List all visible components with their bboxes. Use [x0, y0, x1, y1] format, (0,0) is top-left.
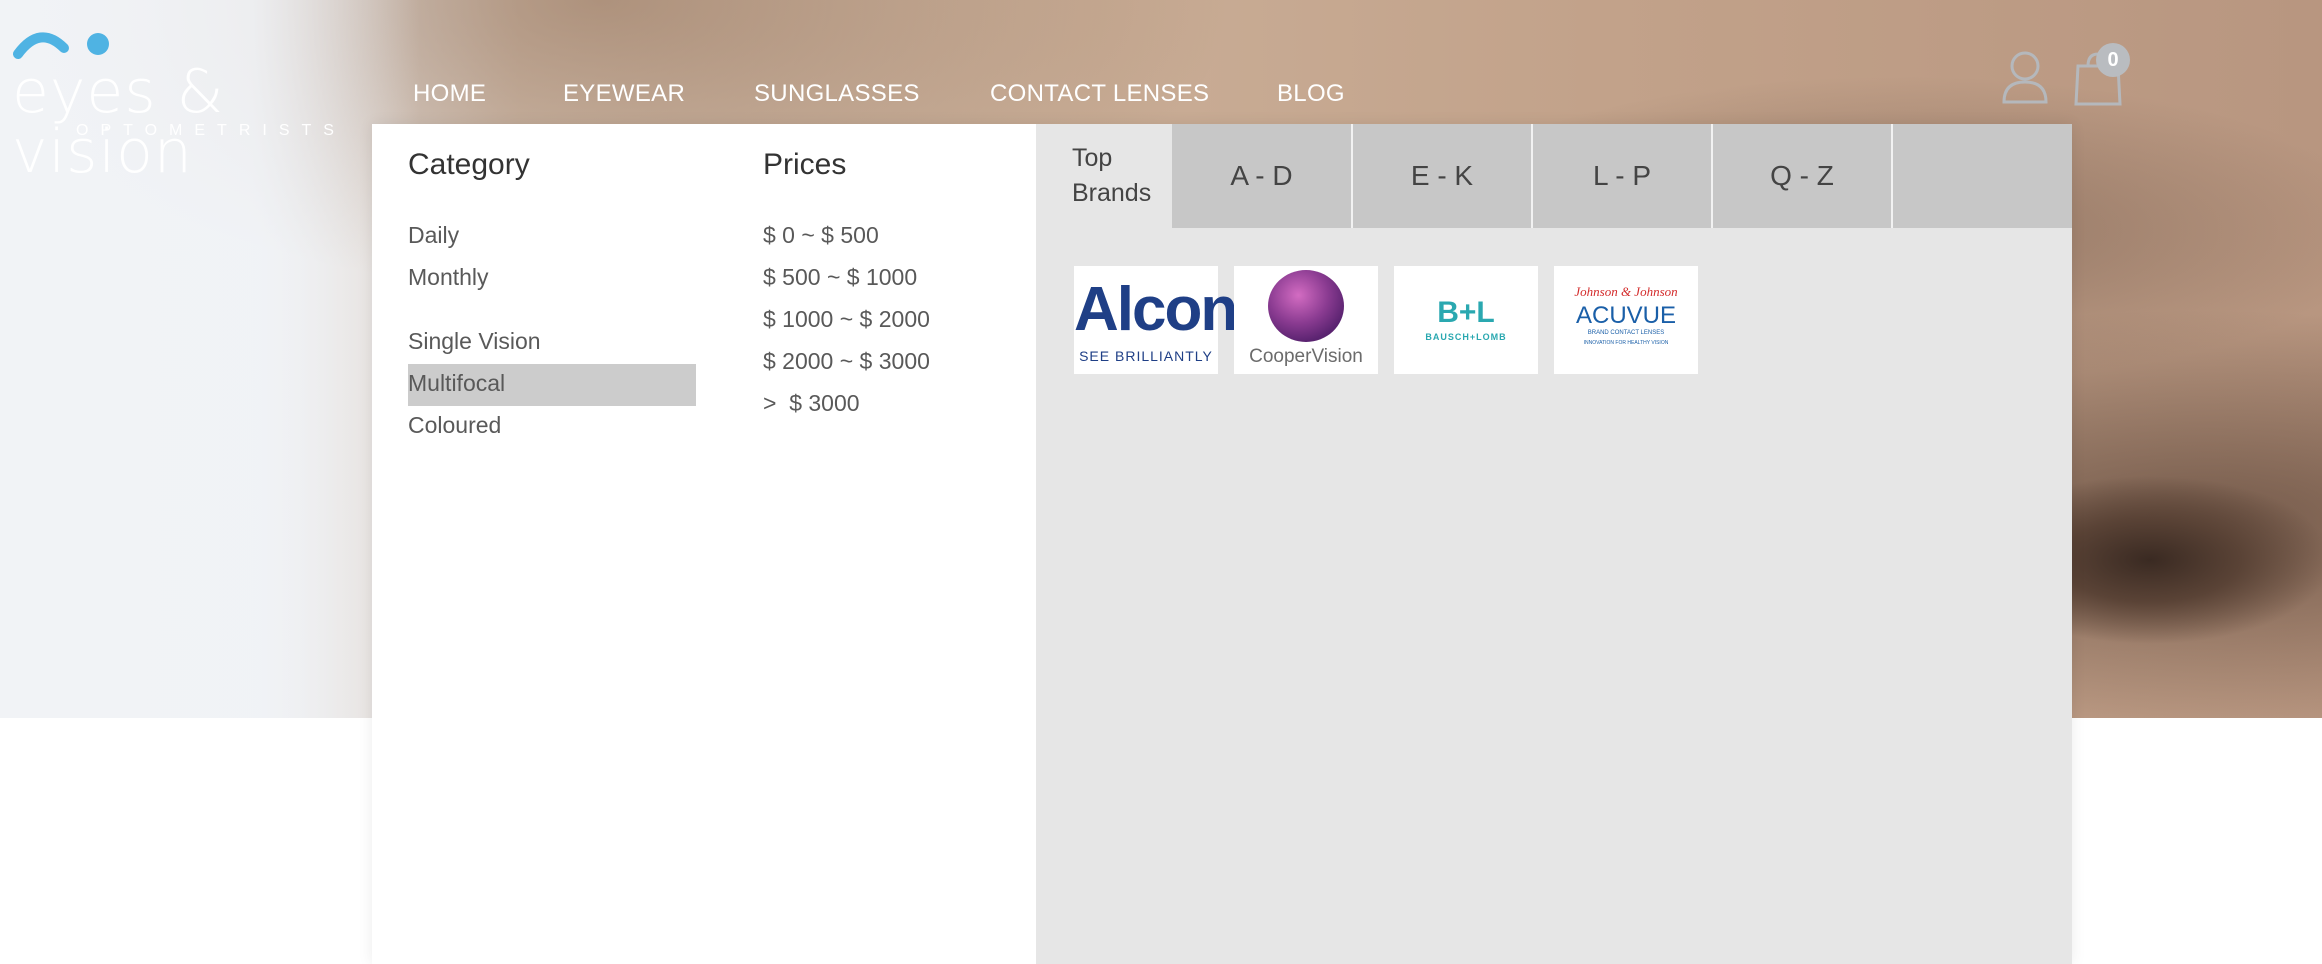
bl-mark: B+L [1437, 296, 1495, 329]
tab-q-z[interactable]: Q - Z [1713, 124, 1891, 228]
brand-bausch-lomb[interactable]: B+L BAUSCH+LOMB [1394, 266, 1538, 374]
cart-count-badge: 0 [2096, 43, 2130, 77]
category-single-vision[interactable]: Single Vision [408, 328, 541, 355]
tab-l-p[interactable]: L - P [1533, 124, 1711, 228]
brand-alcon[interactable]: Alcon SEE BRILLIANTLY [1074, 266, 1238, 374]
jnj-script: Johnson & Johnson [1574, 284, 1678, 299]
category-multifocal[interactable]: Multifocal [408, 370, 505, 397]
category-coloured[interactable]: Coloured [408, 412, 501, 439]
user-icon[interactable] [2000, 50, 2050, 108]
acuvue-wordmark: ACUVUE [1575, 302, 1677, 329]
tab-a-d[interactable]: A - D [1172, 124, 1351, 228]
logo-subtitle: OPTOMETRISTS [76, 122, 346, 139]
bl-wordmark: BAUSCH+LOMB [1425, 332, 1507, 342]
category-daily[interactable]: Daily [408, 222, 459, 249]
price-1000-2000[interactable]: $ 1000 ~ $ 2000 [763, 306, 930, 333]
contact-lenses-mega-menu: Category Daily Monthly Single Vision Mul… [372, 124, 2072, 964]
price-0-500[interactable]: $ 0 ~ $ 500 [763, 222, 879, 249]
tab-top-brands[interactable]: Top Brands [1036, 124, 1172, 228]
tab-e-k[interactable]: E - K [1353, 124, 1531, 228]
site-logo[interactable]: eyes & vision OPTOMETRISTS [12, 26, 334, 182]
nav-contact-lenses[interactable]: CONTACT LENSES [990, 80, 1209, 108]
nav-home[interactable]: HOME [413, 80, 486, 108]
acuvue-tagline: BRAND CONTACT LENSES [1587, 330, 1665, 336]
tab-top-brands-label: Top Brands [1072, 144, 1152, 207]
coopervision-wordmark: CooperVision [1249, 346, 1363, 367]
price-2000-3000[interactable]: $ 2000 ~ $ 3000 [763, 348, 930, 375]
category-monthly[interactable]: Monthly [408, 264, 489, 291]
brand-coopervision[interactable]: CooperVision [1234, 266, 1378, 374]
alcon-tagline: SEE BRILLIANTLY [1079, 348, 1213, 364]
tab-divider [1891, 124, 1893, 228]
brand-tabs: Top Brands A - D E - K L - P Q - Z [1036, 124, 2072, 228]
brand-acuvue[interactable]: Johnson & Johnson ACUVUE BRAND CONTACT L… [1554, 266, 1698, 374]
nav-blog[interactable]: BLOG [1277, 80, 1345, 108]
nav-eyewear[interactable]: EYEWEAR [563, 80, 685, 108]
price-500-1000[interactable]: $ 500 ~ $ 1000 [763, 264, 917, 291]
alcon-wordmark: Alcon [1074, 275, 1238, 344]
price-over-3000[interactable]: > $ 3000 [763, 390, 860, 417]
acuvue-note: INNOVATION FOR HEALTHY VISION [1583, 340, 1669, 346]
coopervision-logo-icon [1268, 270, 1344, 342]
category-heading: Category [408, 148, 530, 181]
nav-sunglasses[interactable]: SUNGLASSES [754, 80, 920, 108]
prices-heading: Prices [763, 148, 847, 181]
brands-panel: Top Brands A - D E - K L - P Q - Z Alcon… [1036, 124, 2072, 964]
